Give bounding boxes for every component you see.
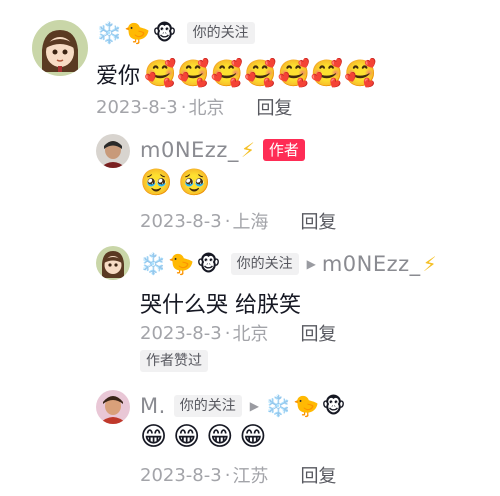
reply-button[interactable]: 回复 <box>300 320 336 346</box>
comment-location: 上海 <box>232 212 269 233</box>
user-name-row[interactable]: ❄️ 🐤 🐵 你的关注 ▶ m0NEzz_ ⚡ <box>140 252 437 276</box>
heart-eyes-emoji: 🥰 <box>244 59 277 89</box>
heart-eyes-emoji: 🥰 <box>344 59 377 89</box>
comment-location: 北京 <box>232 324 269 345</box>
grinning-emoji: 😁 <box>140 422 168 452</box>
pleading-face-emoji: 🥹 <box>140 168 173 198</box>
author-tag: 作者 <box>262 139 305 161</box>
snowflake-icon: ❄️ <box>265 393 292 418</box>
comment-date: 2023-8-3 <box>140 464 222 486</box>
grinning-emoji: 😁 <box>239 422 267 452</box>
comment-text: 爱你 🥰 🥰 🥰 🥰 🥰 🥰 🥰 <box>96 59 377 89</box>
comment-date: 2023-8-3 <box>96 96 178 118</box>
avatar[interactable] <box>96 246 130 280</box>
avatar[interactable] <box>96 390 130 424</box>
comment-location: 北京 <box>188 98 225 119</box>
comment-text: 🥹 🥹 <box>140 170 211 196</box>
follow-tag: 你的关注 <box>186 22 255 44</box>
reply-button[interactable]: 回复 <box>256 94 292 120</box>
user-name-row[interactable]: M. 你的关注 ▶ ❄️ 🐤 🐵 <box>140 394 348 418</box>
lightning-icon: ⚡ <box>422 252 437 276</box>
heart-eyes-emoji: 🥰 <box>310 59 344 89</box>
grinning-emoji: 😁 <box>173 422 201 452</box>
monkey-icon: 🐵 <box>152 20 177 45</box>
snowflake-icon: ❄️ <box>140 251 167 276</box>
follow-tag: 你的关注 <box>230 253 299 275</box>
comment-location: 江苏 <box>232 466 269 487</box>
chick-icon: 🐤 <box>168 251 195 276</box>
pleading-face-emoji: 🥹 <box>178 168 211 198</box>
user-name-row[interactable]: m0NEzz_ ⚡ 作者 <box>140 138 305 162</box>
avatar[interactable] <box>32 20 88 76</box>
comment-text: 哭什么哭 给朕笑 <box>140 293 301 318</box>
chick-icon: 🐤 <box>124 20 151 45</box>
lightning-icon: ⚡ <box>240 138 255 162</box>
comment-text: 😁 😁 😁 😁 <box>140 424 266 450</box>
reply-to-nickname[interactable]: m0NEzz_ <box>322 252 421 276</box>
comment-date: 2023-8-3 <box>140 322 222 344</box>
comment-meta: 2023-8-3 · 上海 回复 <box>140 208 336 234</box>
reply-button[interactable]: 回复 <box>300 462 336 488</box>
author-liked-tag: 作者赞过 <box>140 350 208 372</box>
grinning-emoji: 😁 <box>206 422 234 452</box>
user-nickname: m0NEzz_ <box>140 138 239 162</box>
reply-arrow-icon: ▶ <box>306 257 316 271</box>
heart-eyes-emoji: 🥰 <box>144 59 177 89</box>
avatar[interactable] <box>96 134 130 168</box>
monkey-icon: 🐵 <box>196 251 221 276</box>
heart-eyes-emoji: 🥰 <box>210 59 244 89</box>
snowflake-icon: ❄️ <box>96 20 123 45</box>
follow-tag: 你的关注 <box>173 395 242 417</box>
comment-meta: 2023-8-3 · 北京 回复 <box>140 320 336 346</box>
comment-meta: 2023-8-3 · 江苏 回复 <box>140 462 336 488</box>
heart-eyes-emoji: 🥰 <box>277 59 310 89</box>
user-name-row[interactable]: ❄️ 🐤 🐵 你的关注 <box>96 22 255 44</box>
reply-button[interactable]: 回复 <box>300 208 336 234</box>
heart-eyes-emoji: 🥰 <box>177 59 210 89</box>
comment-meta: 2023-8-3 · 北京 回复 <box>96 94 292 120</box>
user-nickname: M. <box>140 394 166 418</box>
monkey-icon: 🐵 <box>321 393 346 418</box>
chick-icon: 🐤 <box>293 393 320 418</box>
comment-date: 2023-8-3 <box>140 210 222 232</box>
reply-arrow-icon: ▶ <box>249 399 260 413</box>
